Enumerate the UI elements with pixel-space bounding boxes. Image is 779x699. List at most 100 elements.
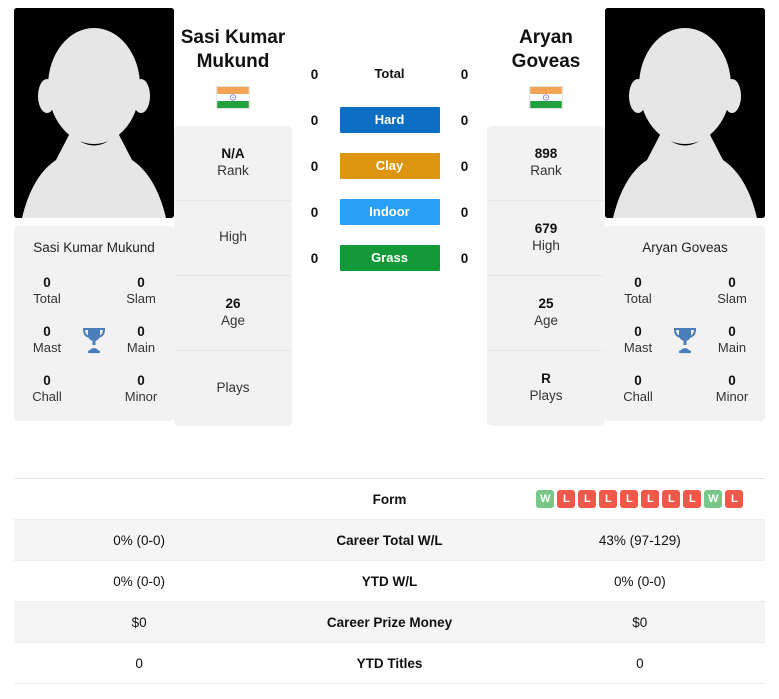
info-label: Age [533, 312, 559, 328]
h2h-left-score: 0 [310, 250, 319, 266]
trophy-icon [81, 326, 107, 354]
form-badge-loss[interactable]: L [641, 490, 660, 508]
stat-label: Mast [623, 340, 653, 356]
left-player-title: Sasi Kumar Mukund [174, 26, 292, 74]
h2h-right-score: 0 [460, 204, 469, 220]
right-value: $0 [632, 614, 648, 630]
form-badge-win[interactable]: W [536, 490, 555, 508]
info-value: 679 [534, 220, 558, 236]
info-label: High [532, 237, 560, 253]
stat-label: Slam [126, 290, 156, 306]
stat-value: 0 [43, 324, 51, 340]
h2h-surface-label-grass[interactable]: Grass [339, 245, 440, 271]
h2h-right-score: 0 [460, 66, 469, 82]
head-to-head-surfaces: 0 Total 0 0 Hard 0 0 Clay 0 0 Indoor 0 0 [292, 8, 487, 272]
h2h-surface-label-clay[interactable]: Clay [339, 153, 440, 179]
stat-label: Total [33, 290, 61, 306]
form-badge-loss[interactable]: L [557, 490, 576, 508]
right-value: 0% (0-0) [613, 573, 666, 589]
right-player-first-name: Aryan [519, 27, 573, 48]
form-badge-list: WLLLLLLLWL [515, 490, 765, 508]
info-value: 26 [225, 295, 241, 311]
table-row-form: Form WLLLLLLLWL [14, 479, 765, 520]
h2h-surface-label-hard[interactable]: Hard [339, 107, 440, 133]
info-rank: N/A Rank [174, 126, 292, 201]
right-player-last-name: Goveas [511, 50, 581, 72]
stat-label: Total [624, 290, 652, 306]
info-value: N/A [221, 145, 245, 161]
stat-value: 0 [634, 274, 642, 290]
left-player-first-name: Sasi Kumar [180, 27, 286, 48]
right-player-header: Aryan Goveas 898 Rank 679 High 25 Age R … [487, 8, 605, 426]
stat-label: Minor [124, 389, 158, 405]
h2h-right-score: 0 [460, 112, 469, 128]
left-value: $0 [131, 614, 147, 630]
right-player-card: Aryan Goveas 0 Total 0 Slam 0 Mast 0 Mai… [605, 226, 765, 421]
right-value: 0 [636, 655, 644, 671]
h2h-surface-label-indoor[interactable]: Indoor [339, 199, 440, 225]
row-label: Career Prize Money [326, 614, 453, 630]
stat-label: Main [126, 340, 156, 356]
info-age: 26 Age [174, 276, 292, 351]
table-row-prize-money: $0 Career Prize Money $0 [14, 602, 765, 643]
stat-minor: 0 Minor [125, 373, 158, 404]
right-player-title: Aryan Goveas [487, 26, 605, 74]
form-badge-loss[interactable]: L [620, 490, 639, 508]
table-row-ytd-wl: 0% (0-0) YTD W/L 0% (0-0) [14, 561, 765, 602]
h2h-left-score: 0 [310, 112, 319, 128]
form-badge-loss[interactable]: L [683, 490, 702, 508]
form-badge-win[interactable]: W [704, 490, 723, 508]
info-high: High [174, 201, 292, 276]
left-value: 0% (0-0) [113, 532, 166, 548]
right-player-photo [605, 8, 765, 218]
left-value: 0% (0-0) [113, 573, 166, 589]
trophy-icon [672, 326, 698, 354]
stat-chall: 0 Chall [32, 373, 62, 404]
left-player-name: Sasi Kumar Mukund [33, 240, 155, 255]
info-label: High [219, 229, 247, 245]
info-value: 898 [534, 145, 558, 161]
form-badge-loss[interactable]: L [725, 490, 744, 508]
left-info-card: N/A Rank High 26 Age Plays [174, 125, 292, 426]
table-row-career-wl: 0% (0-0) Career Total W/L 43% (97-129) [14, 520, 765, 561]
info-rank: 898 Rank [487, 126, 605, 201]
row-label: YTD Titles [356, 655, 423, 671]
info-value: 25 [538, 295, 554, 311]
stat-value: 0 [43, 274, 51, 290]
row-label: YTD W/L [361, 573, 418, 589]
table-row-ytd-titles: 0 YTD Titles 0 [14, 643, 765, 684]
h2h-left-score: 0 [310, 204, 319, 220]
form-badge-loss[interactable]: L [662, 490, 681, 508]
info-high: 679 High [487, 201, 605, 276]
form-badge-loss[interactable]: L [599, 490, 618, 508]
stat-value: 0 [728, 324, 736, 340]
stat-minor: 0 Minor [716, 373, 749, 404]
stat-label: Minor [715, 389, 749, 405]
stat-label: Chall [623, 389, 653, 405]
stat-label: Slam [717, 290, 747, 306]
h2h-surface-label: Total [374, 66, 405, 81]
player-avatar-placeholder-icon [14, 8, 174, 218]
info-age: 25 Age [487, 276, 605, 351]
h2h-left-score: 0 [310, 66, 319, 82]
info-label: Age [220, 312, 246, 328]
left-player-last-name: Mukund [196, 50, 270, 72]
right-player-name: Aryan Goveas [642, 240, 728, 255]
left-value: 0 [135, 655, 143, 671]
info-label: Plays [216, 379, 250, 395]
h2h-right-score: 0 [460, 158, 469, 174]
info-value: R [541, 371, 551, 387]
stat-slam: 0 Slam [126, 275, 156, 306]
left-player-column: Sasi Kumar Mukund 0 Total 0 Slam 0 Mast [14, 8, 174, 421]
stat-value: 0 [634, 324, 642, 340]
stat-label: Main [717, 340, 747, 356]
stat-slam: 0 Slam [717, 275, 747, 306]
right-info-card: 898 Rank 679 High 25 Age R Plays [487, 125, 605, 426]
h2h-right-score: 0 [460, 250, 469, 266]
stat-mast: 0 Mast [624, 324, 652, 355]
stat-main: 0 Main [718, 324, 746, 355]
comparison-header: Sasi Kumar Mukund 0 Total 0 Slam 0 Mast [0, 0, 779, 470]
stat-label: Mast [32, 340, 62, 356]
form-badge-loss[interactable]: L [578, 490, 597, 508]
comparison-stats-table: Form WLLLLLLLWL 0% (0-0) Career Total W/… [14, 478, 765, 684]
